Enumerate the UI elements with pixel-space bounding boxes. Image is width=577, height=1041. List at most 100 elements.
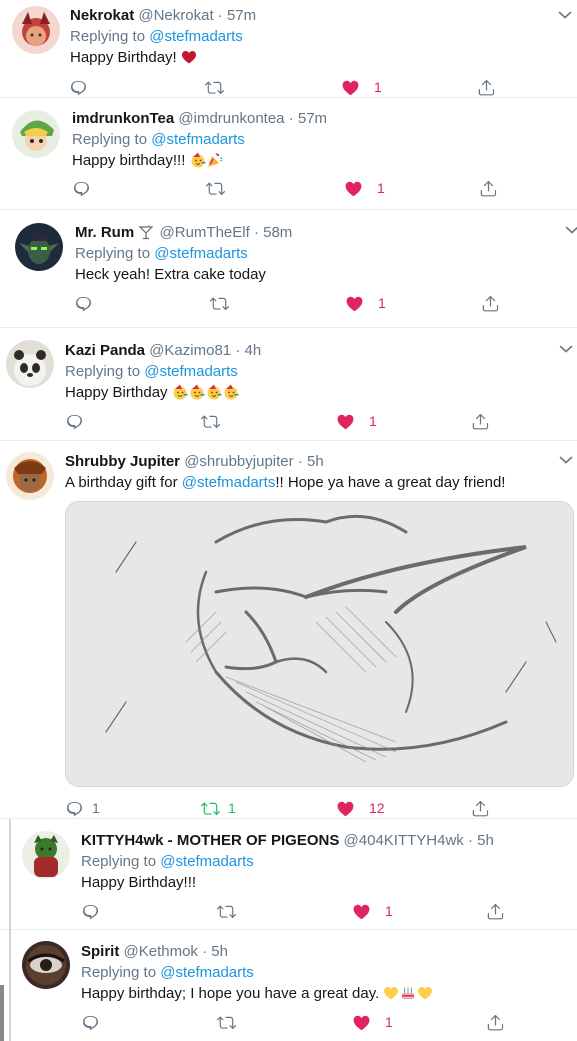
tweet[interactable]: Mr. Rum @RumTheElf · 58m Replying to @st… [0,210,577,328]
timestamp[interactable]: 5h [307,453,324,470]
timestamp[interactable]: 57m [298,110,327,127]
yellow-heart-icon [383,985,399,1001]
retweet-button[interactable] [210,293,229,313]
kittyh4wk-avatar[interactable] [22,831,70,879]
share-button[interactable] [471,411,490,431]
user-handle[interactable]: @shrubbyjupiter [184,453,293,470]
user-handle[interactable]: @Kethmok [124,943,198,960]
like-count: 1 [374,79,382,95]
retweet-button[interactable]: 1 [201,798,236,818]
like-button[interactable]: 1 [336,411,377,431]
retweet-icon [206,179,225,198]
reply-button[interactable]: 1 [65,798,100,818]
user-handle[interactable]: @imdrunkontea [178,110,284,127]
user-handle[interactable]: @Kazimo81 [149,342,231,359]
pencil-sketch-image[interactable] [65,501,574,787]
retweet-button[interactable] [201,411,220,431]
kazi-panda-avatar[interactable] [6,340,54,388]
nekrokat-avatar[interactable] [12,6,60,54]
timestamp[interactable]: 4h [244,342,261,359]
display-name[interactable]: imdrunkonTea [72,110,174,127]
tweet[interactable]: Kazi Panda @Kazimo81 · 4h Replying to @s… [0,328,577,441]
like-button[interactable]: 1 [345,293,386,313]
display-name[interactable]: KITTYH4wk - MOTHER OF PIGEONS [81,832,339,849]
display-name[interactable]: Spirit [81,943,119,960]
share-button[interactable] [477,77,496,97]
tweet[interactable]: KITTYH4wk - MOTHER OF PIGEONS @404KITTYH… [0,819,577,930]
reply-icon [69,78,88,97]
mention-link[interactable]: @stefmadarts [160,964,254,981]
mention-link[interactable]: @stefmadarts [154,245,248,262]
tweet[interactable]: imdrunkonTea @imdrunkontea · 57m Replyin… [0,98,577,210]
imdrunkontea-avatar[interactable] [12,110,60,158]
separator: · [288,110,294,127]
display-name[interactable]: Shrubby Jupiter [65,453,180,470]
share-button[interactable] [479,178,498,198]
like-icon [341,78,360,97]
spirit-avatar[interactable] [22,941,70,989]
display-name[interactable]: Kazi Panda [65,342,145,359]
share-button[interactable] [471,798,490,818]
retweet-button[interactable] [206,178,225,198]
like-icon [344,179,363,198]
like-icon [352,902,371,921]
user-handle[interactable]: @RumTheElf [160,224,250,241]
retweet-button[interactable] [217,1012,236,1032]
timestamp[interactable]: 5h [211,943,228,960]
tweet-actions: 1 [72,178,512,198]
share-button[interactable] [481,293,500,313]
reply-button[interactable] [65,411,84,431]
user-handle[interactable]: @Nekrokat [138,7,213,24]
share-icon [479,179,498,198]
timestamp[interactable]: 5h [477,832,494,849]
more-chevron-icon[interactable] [559,344,573,354]
tweet-header: KITTYH4wk - MOTHER OF PIGEONS @404KITTYH… [81,831,494,850]
birthday-cake-icon [400,985,416,1001]
like-button[interactable]: 1 [344,178,385,198]
more-chevron-icon[interactable] [559,455,573,465]
tweet-text: Happy Birthday!!! [81,873,196,892]
timestamp[interactable]: 58m [263,224,292,241]
tweet-text: Happy birthday; I hope you have a great … [81,984,434,1003]
like-button[interactable]: 1 [341,77,382,97]
tweet[interactable]: Spirit @Kethmok · 5h Replying to @stefma… [0,930,577,1041]
share-icon [481,294,500,313]
reply-icon [81,902,100,921]
like-button[interactable]: 12 [336,798,385,818]
retweet-button[interactable] [217,901,236,921]
tweet-header: Mr. Rum @RumTheElf · 58m [75,223,292,242]
more-chevron-icon[interactable] [565,225,577,235]
like-button[interactable]: 1 [352,1012,393,1032]
mention-link[interactable]: @stefmadarts [151,131,245,148]
like-button[interactable]: 1 [352,901,393,921]
reply-button[interactable] [81,901,100,921]
more-chevron-icon[interactable] [558,10,572,20]
reply-button[interactable] [74,293,93,313]
separator: · [297,453,303,470]
mr-rum-avatar[interactable] [15,223,63,271]
reply-button[interactable] [81,1012,100,1032]
replying-to-label: Replying to [65,363,141,380]
replying-to: Replying to @stefmadarts [81,852,254,871]
tweet-text-content: Happy Birthday! [70,49,177,66]
tweet-text-content: A birthday gift for [65,474,178,491]
reply-count: 1 [92,800,100,816]
reply-button[interactable] [72,178,91,198]
shrubby-jupiter-avatar[interactable] [6,452,54,500]
share-button[interactable] [486,1012,505,1032]
retweet-button[interactable] [205,77,224,97]
reply-button[interactable] [69,77,88,97]
partying-face-icon [189,384,205,400]
mention-link[interactable]: @stefmadarts [182,474,276,491]
mention-link[interactable]: @stefmadarts [144,363,238,380]
share-button[interactable] [486,901,505,921]
mention-link[interactable]: @stefmadarts [149,28,243,45]
user-handle[interactable]: @404KITTYH4wk [344,832,464,849]
red-heart-icon [181,49,197,65]
partying-face-icon [206,384,222,400]
display-name[interactable]: Nekrokat [70,7,134,24]
tweet[interactable]: Nekrokat @Nekrokat · 57m Replying to @st… [0,0,577,98]
timestamp[interactable]: 57m [227,7,256,24]
mention-link[interactable]: @stefmadarts [160,853,254,870]
display-name[interactable]: Mr. Rum [75,224,134,241]
